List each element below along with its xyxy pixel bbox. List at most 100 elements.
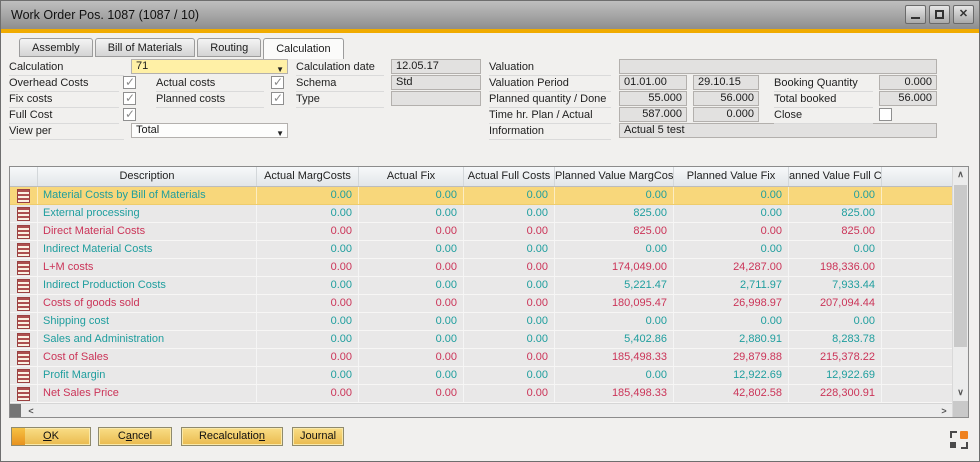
planned-costs-checkbox[interactable] (271, 92, 284, 105)
value-cell[interactable]: 0.00 (674, 241, 789, 258)
table-row[interactable]: Shipping cost0.000.000.000.000.000.00 (10, 313, 952, 331)
valuation-period-from-field[interactable]: 01.01.00 (619, 75, 687, 90)
tab-assembly[interactable]: Assembly (19, 38, 93, 57)
row-details-icon[interactable] (17, 297, 30, 311)
vertical-scrollbar[interactable] (952, 167, 968, 417)
value-cell[interactable]: 24,287.00 (674, 259, 789, 276)
row-details-icon[interactable] (17, 333, 30, 347)
view-per-combo[interactable]: Total (131, 123, 288, 138)
value-cell[interactable]: 0.00 (359, 313, 464, 330)
description-cell[interactable]: Profit Margin (38, 367, 257, 384)
value-cell[interactable]: 0.00 (464, 331, 555, 348)
table-row[interactable]: Indirect Material Costs0.000.000.000.000… (10, 241, 952, 259)
table-row[interactable]: L+M costs0.000.000.00174,049.0024,287.00… (10, 259, 952, 277)
value-cell[interactable]: 0.00 (257, 277, 359, 294)
scroll-down-icon[interactable] (953, 385, 968, 401)
row-details-icon[interactable] (17, 315, 30, 329)
value-cell[interactable]: 0.00 (359, 331, 464, 348)
title-bar[interactable]: Work Order Pos. 1087 (1087 / 10) (1, 1, 979, 29)
planned-quantity-field[interactable]: 55.000 (619, 91, 687, 106)
description-cell[interactable]: Net Sales Price (38, 385, 257, 402)
value-cell[interactable]: 0.00 (359, 295, 464, 312)
value-cell[interactable]: 0.00 (555, 241, 674, 258)
value-cell[interactable]: 5,402.86 (555, 331, 674, 348)
value-cell[interactable]: 0.00 (464, 259, 555, 276)
value-cell[interactable]: 180,095.47 (555, 295, 674, 312)
horizontal-scroll-track[interactable] (39, 404, 936, 417)
table-row[interactable]: Cost of Sales0.000.000.00185,498.3329,87… (10, 349, 952, 367)
value-cell[interactable]: 0.00 (359, 277, 464, 294)
value-cell[interactable]: 0.00 (257, 223, 359, 240)
actual-costs-checkbox[interactable] (271, 76, 284, 89)
value-cell[interactable]: 0.00 (257, 313, 359, 330)
value-cell[interactable]: 7,933.44 (789, 277, 882, 294)
type-field[interactable] (391, 91, 481, 106)
description-cell[interactable]: Indirect Production Costs (38, 277, 257, 294)
value-cell[interactable]: 0.00 (359, 187, 464, 204)
time-hr-plan-field[interactable]: 587.000 (619, 107, 687, 122)
vertical-scroll-track[interactable] (953, 183, 968, 385)
value-cell[interactable]: 0.00 (464, 367, 555, 384)
information-field[interactable]: Actual 5 test (619, 123, 937, 138)
value-cell[interactable]: 0.00 (464, 223, 555, 240)
recalculation-button[interactable]: Recalculation (181, 427, 283, 446)
value-cell[interactable]: 0.00 (789, 187, 882, 204)
value-cell[interactable]: 8,283.78 (789, 331, 882, 348)
value-cell[interactable]: 0.00 (464, 295, 555, 312)
minimize-button[interactable] (905, 5, 926, 24)
value-cell[interactable]: 0.00 (464, 385, 555, 402)
value-cell[interactable]: 12,922.69 (789, 367, 882, 384)
total-booked-field[interactable]: 56.000 (879, 91, 937, 106)
scroll-right-icon[interactable] (936, 404, 952, 417)
column-header[interactable]: Actual Fix (359, 167, 464, 186)
value-cell[interactable]: 0.00 (555, 313, 674, 330)
close-checkbox[interactable] (879, 108, 892, 121)
row-details-icon[interactable] (17, 207, 30, 221)
ok-button[interactable]: OK (11, 427, 91, 446)
description-cell[interactable]: Shipping cost (38, 313, 257, 330)
value-cell[interactable]: 0.00 (674, 313, 789, 330)
value-cell[interactable]: 29,879.88 (674, 349, 789, 366)
value-cell[interactable]: 0.00 (674, 187, 789, 204)
value-cell[interactable]: 0.00 (555, 187, 674, 204)
horizontal-scrollbar[interactable] (10, 403, 952, 417)
value-cell[interactable]: 825.00 (789, 205, 882, 222)
overhead-costs-checkbox[interactable] (123, 76, 136, 89)
schema-field[interactable]: Std (391, 75, 481, 90)
row-details-icon[interactable] (17, 387, 30, 401)
tab-routing[interactable]: Routing (197, 38, 261, 57)
value-cell[interactable]: 185,498.33 (555, 349, 674, 366)
row-details-icon[interactable] (17, 369, 30, 383)
value-cell[interactable]: 0.00 (257, 385, 359, 402)
splitter-handle[interactable] (10, 404, 21, 417)
expand-grid-icon[interactable] (950, 431, 968, 449)
column-header[interactable]: Actual MargCosts (257, 167, 359, 186)
value-cell[interactable]: 198,336.00 (789, 259, 882, 276)
description-cell[interactable]: Material Costs by Bill of Materials (38, 187, 257, 204)
close-button[interactable] (953, 5, 974, 24)
scroll-left-icon[interactable] (23, 404, 39, 417)
done-quantity-field[interactable]: 56.000 (693, 91, 759, 106)
row-details-icon[interactable] (17, 243, 30, 257)
scroll-up-icon[interactable] (953, 167, 968, 183)
value-cell[interactable]: 228,300.91 (789, 385, 882, 402)
value-cell[interactable]: 0.00 (464, 205, 555, 222)
value-cell[interactable]: 0.00 (789, 313, 882, 330)
column-header[interactable]: Planned Value Fix (674, 167, 789, 186)
booking-quantity-field[interactable]: 0.000 (879, 75, 937, 90)
value-cell[interactable]: 0.00 (359, 223, 464, 240)
value-cell[interactable]: 0.00 (359, 241, 464, 258)
column-header[interactable]: Description (38, 167, 257, 186)
value-cell[interactable]: 2,711.97 (674, 277, 789, 294)
value-cell[interactable]: 0.00 (257, 295, 359, 312)
row-details-icon[interactable] (17, 225, 30, 239)
value-cell[interactable]: 0.00 (674, 223, 789, 240)
calculation-combo[interactable]: 71 (131, 59, 288, 74)
cancel-button[interactable]: Cancel (98, 427, 172, 446)
value-cell[interactable]: 0.00 (464, 187, 555, 204)
row-details-icon[interactable] (17, 261, 30, 275)
tab-calculation[interactable]: Calculation (263, 38, 343, 59)
value-cell[interactable]: 0.00 (257, 367, 359, 384)
table-row[interactable]: Costs of goods sold0.000.000.00180,095.4… (10, 295, 952, 313)
tab-bill-of-materials[interactable]: Bill of Materials (95, 38, 196, 57)
